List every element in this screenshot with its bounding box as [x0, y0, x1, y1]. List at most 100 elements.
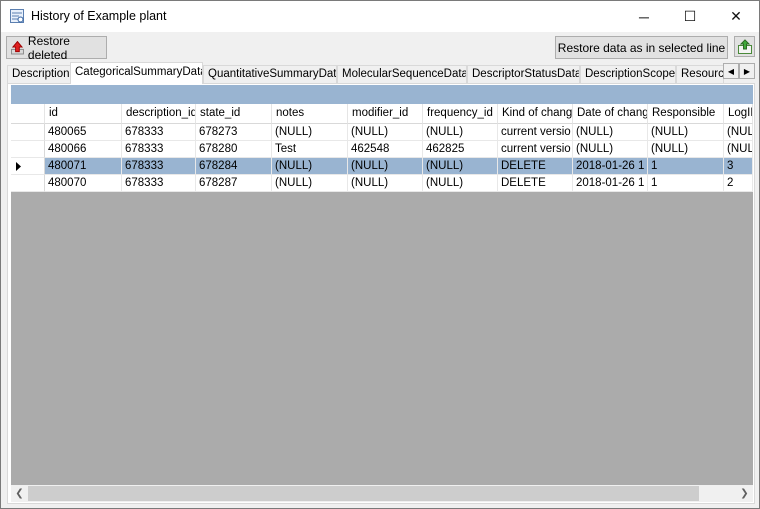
cell-responsible[interactable]: (NULL) [648, 141, 724, 158]
history-grid[interactable]: id description_id state_id notes modifie… [11, 85, 753, 485]
tab-categorical-summary-data[interactable]: CategoricalSummaryData [70, 62, 203, 84]
close-button[interactable]: ✕ [713, 1, 759, 32]
table-row-selected[interactable]: 480071 678333 678284 (NULL) (NULL) (NULL… [11, 158, 753, 175]
cell-state-id[interactable]: 678273 [196, 124, 272, 141]
tab-panel: id description_id state_id notes modifie… [7, 83, 755, 504]
cell-responsible[interactable]: 1 [648, 158, 724, 175]
column-header-log-id[interactable]: LogID [724, 104, 753, 124]
cell-modifier-id[interactable]: (NULL) [348, 124, 423, 141]
column-header-responsible[interactable]: Responsible [648, 104, 724, 124]
tab-label: Description [12, 68, 70, 80]
cell-responsible[interactable]: (NULL) [648, 124, 724, 141]
table-row[interactable]: 480066 678333 678280 Test 462548 462825 … [11, 141, 753, 158]
cell-notes[interactable]: (NULL) [272, 175, 348, 192]
tab-label: DescriptionScope [585, 68, 676, 80]
red-arrow-up-icon [11, 40, 24, 54]
restore-selected-button[interactable]: Restore data as in selected line [555, 36, 728, 59]
restore-deleted-label: Restore deleted [27, 33, 70, 62]
chevron-right-icon: ❯ [740, 488, 749, 499]
minimize-button[interactable]: ─ [621, 1, 667, 32]
cell-log-id[interactable]: 2 [724, 175, 753, 192]
cell-id[interactable]: 480065 [45, 124, 122, 141]
cell-state-id[interactable]: 678287 [196, 175, 272, 192]
maximize-icon: ☐ [683, 8, 697, 24]
cell-id[interactable]: 480071 [45, 158, 122, 175]
cell-id[interactable]: 480066 [45, 141, 122, 158]
tab-label: MolecularSequenceData [342, 68, 467, 80]
cell-date-of-change[interactable]: (NULL) [573, 141, 648, 158]
cell-date-of-change[interactable]: 2018-01-26 1 [573, 175, 648, 192]
row-header[interactable] [11, 124, 45, 141]
chevron-left-icon: ❮ [15, 488, 24, 499]
restore-deleted-button[interactable]: Restore deleted [6, 33, 107, 62]
minimize-icon: ─ [639, 8, 649, 25]
tab-description[interactable]: Description [7, 65, 71, 84]
row-header[interactable] [11, 141, 45, 158]
cell-description-id[interactable]: 678333 [122, 141, 196, 158]
table-row[interactable]: 480070 678333 678287 (NULL) (NULL) (NULL… [11, 175, 753, 192]
cell-log-id[interactable]: 3 [724, 158, 753, 175]
grid-header: id description_id state_id notes modifie… [11, 104, 753, 124]
cell-frequency-id[interactable]: (NULL) [423, 158, 498, 175]
column-header-notes[interactable]: notes [272, 104, 348, 124]
cell-date-of-change[interactable]: (NULL) [573, 124, 648, 141]
tab-label: CategoricalSummaryData [75, 66, 203, 78]
maximize-button[interactable]: ☐ [667, 1, 713, 32]
cell-state-id[interactable]: 678284 [196, 158, 272, 175]
column-header-kind-of-change[interactable]: Kind of chang [498, 104, 573, 124]
tab-molecular-sequence-data[interactable]: MolecularSequenceData [337, 65, 467, 84]
scroll-right-button[interactable]: ❯ [736, 485, 753, 502]
toolbar: Restore deleted Restore data as in selec… [1, 32, 759, 62]
cell-log-id[interactable]: (NULL) [724, 141, 753, 158]
tab-strip: Description CategoricalSummaryData Quant… [1, 62, 759, 84]
restore-selected-label: Restore data as in selected line [557, 40, 726, 55]
tab-resources[interactable]: Resourc [676, 65, 724, 84]
column-header-frequency-id[interactable]: frequency_id [423, 104, 498, 124]
row-header[interactable] [11, 175, 45, 192]
cell-modifier-id[interactable]: (NULL) [348, 158, 423, 175]
column-header-date-of-change[interactable]: Date of chang [573, 104, 648, 124]
export-icon [737, 38, 752, 54]
export-button[interactable] [734, 36, 755, 57]
cell-frequency-id[interactable]: (NULL) [423, 124, 498, 141]
tab-scroll-right-button[interactable]: ▶ [739, 63, 755, 79]
cell-frequency-id[interactable]: (NULL) [423, 175, 498, 192]
cell-responsible[interactable]: 1 [648, 175, 724, 192]
history-icon [10, 9, 24, 23]
cell-description-id[interactable]: 678333 [122, 158, 196, 175]
cell-kind-of-change[interactable]: current versio [498, 141, 573, 158]
history-window: History of Example plant ─ ☐ ✕ Restore d… [0, 0, 760, 509]
cell-state-id[interactable]: 678280 [196, 141, 272, 158]
header-corner [11, 104, 45, 124]
column-header-description-id[interactable]: description_id [122, 104, 196, 124]
scroll-left-button[interactable]: ❮ [11, 485, 28, 502]
cell-notes[interactable]: (NULL) [272, 158, 348, 175]
cell-kind-of-change[interactable]: current versio [498, 124, 573, 141]
cell-modifier-id[interactable]: 462548 [348, 141, 423, 158]
grid-caption-bar [11, 85, 753, 104]
horizontal-scrollbar[interactable]: ❮ ❯ [11, 485, 753, 502]
cell-notes[interactable]: Test [272, 141, 348, 158]
cell-kind-of-change[interactable]: DELETE [498, 175, 573, 192]
cell-kind-of-change[interactable]: DELETE [498, 158, 573, 175]
tab-quantitative-summary-data[interactable]: QuantitativeSummaryData [203, 65, 337, 84]
table-row[interactable]: 480065 678333 678273 (NULL) (NULL) (NULL… [11, 124, 753, 141]
close-icon: ✕ [730, 8, 742, 24]
cell-log-id[interactable]: (NULL) [724, 124, 753, 141]
cell-modifier-id[interactable]: (NULL) [348, 175, 423, 192]
cell-notes[interactable]: (NULL) [272, 124, 348, 141]
tab-scroll-left-button[interactable]: ◀ [723, 63, 739, 79]
cell-description-id[interactable]: 678333 [122, 175, 196, 192]
scrollbar-thumb[interactable] [28, 486, 699, 501]
tab-description-scope[interactable]: DescriptionScope [580, 65, 676, 84]
row-pointer-icon [16, 162, 21, 171]
cell-id[interactable]: 480070 [45, 175, 122, 192]
cell-description-id[interactable]: 678333 [122, 124, 196, 141]
cell-date-of-change[interactable]: 2018-01-26 1 [573, 158, 648, 175]
cell-frequency-id[interactable]: 462825 [423, 141, 498, 158]
row-header[interactable] [11, 158, 45, 175]
column-header-modifier-id[interactable]: modifier_id [348, 104, 423, 124]
tab-descriptor-status-data[interactable]: DescriptorStatusData [467, 65, 580, 84]
column-header-id[interactable]: id [45, 104, 122, 124]
column-header-state-id[interactable]: state_id [196, 104, 272, 124]
